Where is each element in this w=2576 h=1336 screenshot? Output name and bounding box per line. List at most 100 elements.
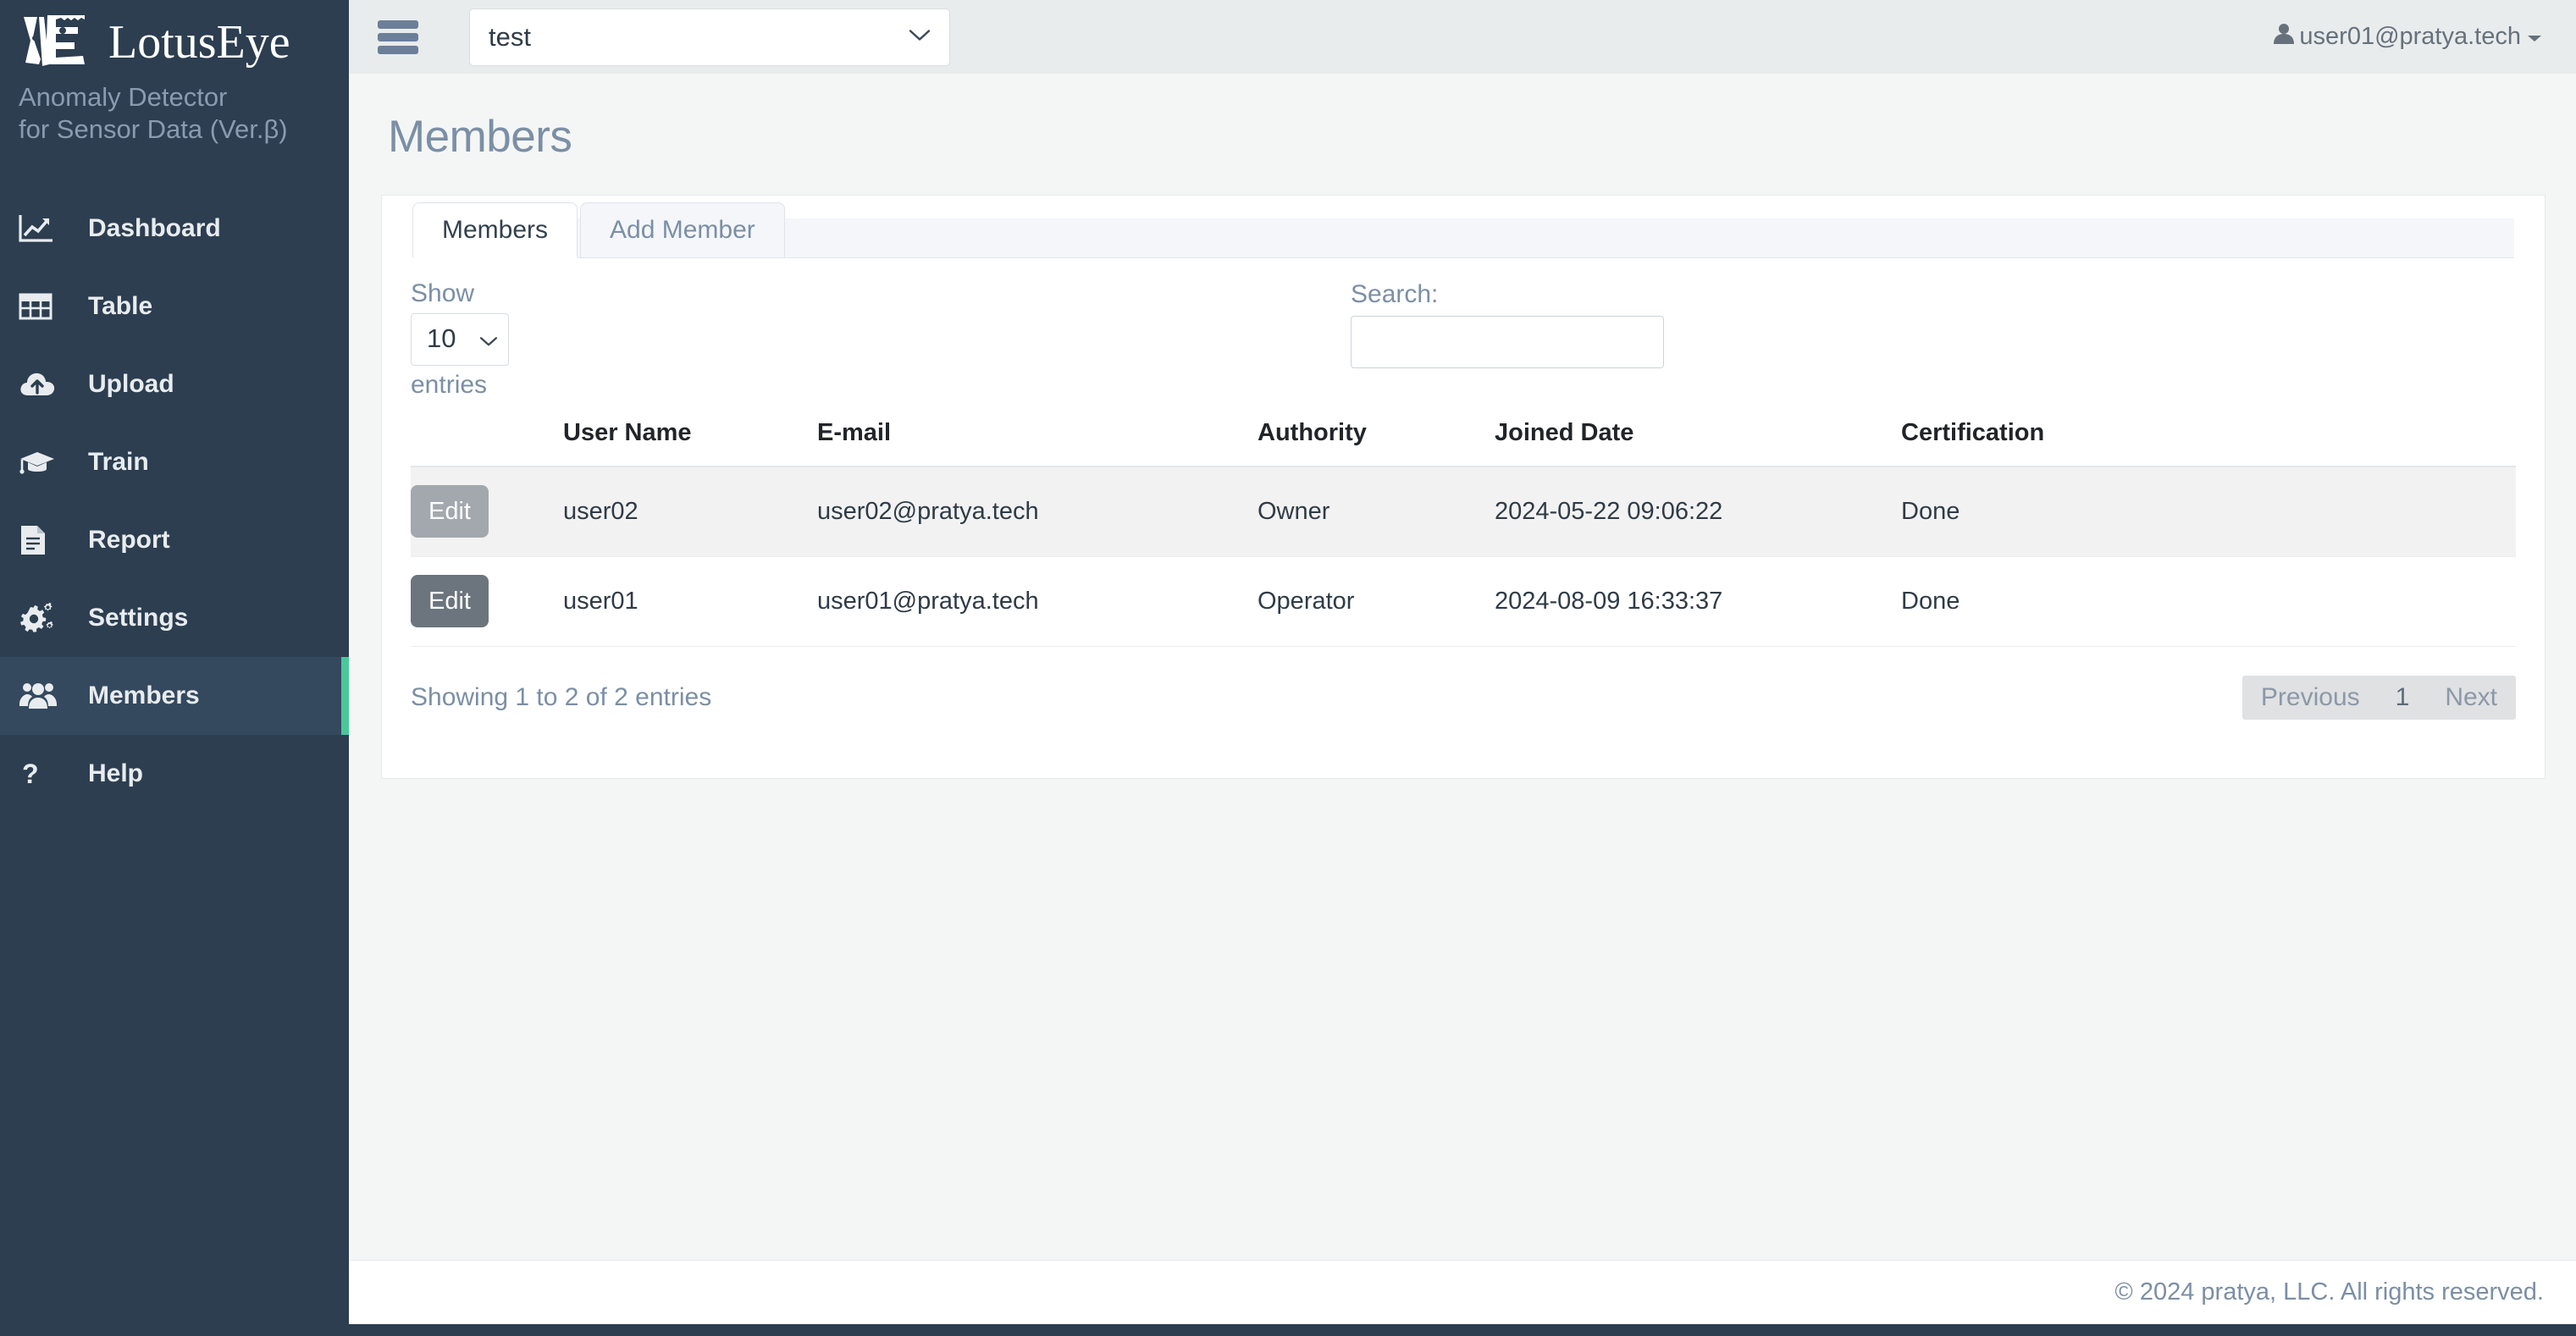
members-table-head: User Name E-mail Authority Joined Date C… bbox=[411, 407, 2516, 467]
cell-email: user01@pratya.tech bbox=[817, 556, 1258, 647]
search-control: Search: bbox=[1351, 280, 1664, 368]
project-select[interactable]: test bbox=[469, 8, 950, 66]
search-label: Search: bbox=[1351, 280, 1439, 308]
cell-joined-date: 2024-08-09 16:33:37 bbox=[1495, 556, 1901, 647]
brand-subtitle: Anomaly Detector for Sensor Data (Ver.β) bbox=[19, 81, 349, 146]
brand-block: LotusEye Anomaly Detector for Sensor Dat… bbox=[0, 0, 349, 146]
cell-authority: Operator bbox=[1258, 556, 1495, 647]
length-control: Show 10 entries bbox=[411, 280, 509, 398]
cell-certification: Done bbox=[1901, 466, 2516, 557]
tab-label: Members bbox=[442, 216, 549, 244]
copyright-text: © 2024 pratya, LLC. All rights reserved. bbox=[2114, 1278, 2544, 1306]
table-row: Edit user02 user02@pratya.tech Owner 202… bbox=[411, 466, 2516, 557]
edit-button[interactable]: Edit bbox=[411, 575, 489, 627]
column-header-authority: Authority bbox=[1258, 407, 1495, 467]
sidebar-item-label: Upload bbox=[88, 369, 174, 398]
pagination: Previous 1 Next bbox=[2242, 675, 2516, 720]
sidebar-item-train[interactable]: Train bbox=[0, 423, 349, 501]
column-header-certification: Certification bbox=[1901, 407, 2516, 467]
edit-button[interactable]: Edit bbox=[411, 485, 489, 538]
column-header-user-name: User Name bbox=[563, 407, 817, 467]
hamburger-bar bbox=[378, 32, 418, 41]
user-email: user01@pratya.tech bbox=[2299, 23, 2521, 50]
tab-members[interactable]: Members bbox=[412, 202, 578, 258]
sidebar-nav: Dashboard Table Upload Train Report Sett… bbox=[0, 190, 349, 813]
column-header-joined-date: Joined Date bbox=[1495, 407, 1901, 467]
table-wrap: Show 10 entries Search: User Name E-mail… bbox=[382, 258, 2545, 754]
cell-authority: Owner bbox=[1258, 466, 1495, 557]
user-icon bbox=[2273, 22, 2295, 52]
sidebar-item-label: Train bbox=[88, 447, 149, 476]
pagination-next[interactable]: Next bbox=[2426, 676, 2516, 720]
sidebar-item-help[interactable]: ? Help bbox=[0, 735, 349, 813]
tabstrip: Members Add Member bbox=[382, 196, 2545, 258]
graduation-cap-icon bbox=[19, 448, 64, 477]
hamburger-bar bbox=[378, 45, 418, 54]
sidebar-item-label: Settings bbox=[88, 603, 189, 632]
entries-label: entries bbox=[411, 370, 488, 399]
sidebar-item-label: Table bbox=[88, 291, 153, 320]
cell-edit: Edit bbox=[411, 466, 563, 557]
sidebar-item-dashboard[interactable]: Dashboard bbox=[0, 190, 349, 268]
members-table-body: Edit user02 user02@pratya.tech Owner 202… bbox=[411, 466, 2516, 647]
sidebar-item-report[interactable]: Report bbox=[0, 501, 349, 579]
cell-certification: Done bbox=[1901, 556, 2516, 647]
brand-row: LotusEye bbox=[19, 12, 349, 73]
main-column: test user01@pratya.tech Members Members … bbox=[349, 0, 2576, 1336]
sidebar-item-label: Members bbox=[88, 681, 200, 709]
project-select-value: test bbox=[489, 21, 531, 52]
gears-icon bbox=[19, 602, 64, 634]
sidebar-item-settings[interactable]: Settings bbox=[0, 579, 349, 657]
app-root: LotusEye Anomaly Detector for Sensor Dat… bbox=[0, 0, 2576, 1336]
tab-label: Add Member bbox=[610, 216, 755, 244]
table-controls: Show 10 entries Search: bbox=[411, 280, 2516, 407]
table-footer: Showing 1 to 2 of 2 entries Previous 1 N… bbox=[411, 647, 2516, 754]
column-header-email: E-mail bbox=[817, 407, 1258, 467]
table-row: Edit user01 user01@pratya.tech Operator … bbox=[411, 556, 2516, 647]
cell-joined-date: 2024-05-22 09:06:22 bbox=[1495, 466, 1901, 557]
chevron-down-icon bbox=[479, 326, 498, 353]
chevron-down-icon bbox=[909, 28, 931, 46]
hamburger-bar bbox=[378, 19, 418, 29]
entries-length-value: 10 bbox=[427, 323, 456, 354]
svg-text:?: ? bbox=[22, 759, 39, 789]
pagination-previous[interactable]: Previous bbox=[2242, 676, 2379, 720]
page-title: Members bbox=[388, 112, 572, 162]
sidebar-item-label: Dashboard bbox=[88, 213, 221, 242]
brand-name: LotusEye bbox=[108, 16, 290, 69]
table-info: Showing 1 to 2 of 2 entries bbox=[411, 682, 712, 711]
members-table: User Name E-mail Authority Joined Date C… bbox=[411, 407, 2516, 647]
cloud-upload-icon bbox=[19, 370, 64, 399]
sidebar-item-label: Report bbox=[88, 525, 170, 554]
sidebar-item-label: Help bbox=[88, 759, 144, 787]
tab-add-member[interactable]: Add Member bbox=[580, 202, 785, 258]
table-grid-icon bbox=[19, 291, 64, 322]
cell-edit: Edit bbox=[411, 556, 563, 647]
column-header-edit bbox=[411, 407, 563, 467]
question-mark-icon: ? bbox=[19, 758, 64, 790]
document-icon bbox=[19, 524, 64, 556]
entries-length-select[interactable]: 10 bbox=[411, 312, 509, 366]
hamburger-icon[interactable] bbox=[378, 19, 418, 54]
content-area: Members Members Add Member Show 10 entri… bbox=[349, 74, 2576, 1260]
lotuseye-logo-icon bbox=[19, 12, 97, 73]
brand-subtitle-line1: Anomaly Detector bbox=[19, 82, 228, 112]
users-icon bbox=[19, 681, 64, 711]
search-input[interactable] bbox=[1351, 316, 1664, 368]
sidebar-item-upload[interactable]: Upload bbox=[0, 345, 349, 423]
user-menu[interactable]: user01@pratya.tech bbox=[2273, 22, 2544, 52]
chart-line-icon bbox=[19, 213, 64, 244]
sidebar: LotusEye Anomaly Detector for Sensor Dat… bbox=[0, 0, 349, 1336]
show-label: Show bbox=[411, 279, 475, 307]
page-footer: © 2024 pratya, LLC. All rights reserved. bbox=[349, 1260, 2576, 1324]
sidebar-item-table[interactable]: Table bbox=[0, 268, 349, 345]
cell-user-name: user01 bbox=[563, 556, 817, 647]
table-header-row: User Name E-mail Authority Joined Date C… bbox=[411, 407, 2516, 467]
cell-email: user02@pratya.tech bbox=[817, 466, 1258, 557]
cell-user-name: user02 bbox=[563, 466, 817, 557]
caret-down-icon bbox=[2525, 23, 2544, 51]
topbar: test user01@pratya.tech bbox=[349, 0, 2576, 74]
brand-subtitle-line2: for Sensor Data (Ver.β) bbox=[19, 113, 288, 144]
pagination-page-1[interactable]: 1 bbox=[2379, 676, 2427, 720]
sidebar-item-members[interactable]: Members bbox=[0, 656, 349, 735]
